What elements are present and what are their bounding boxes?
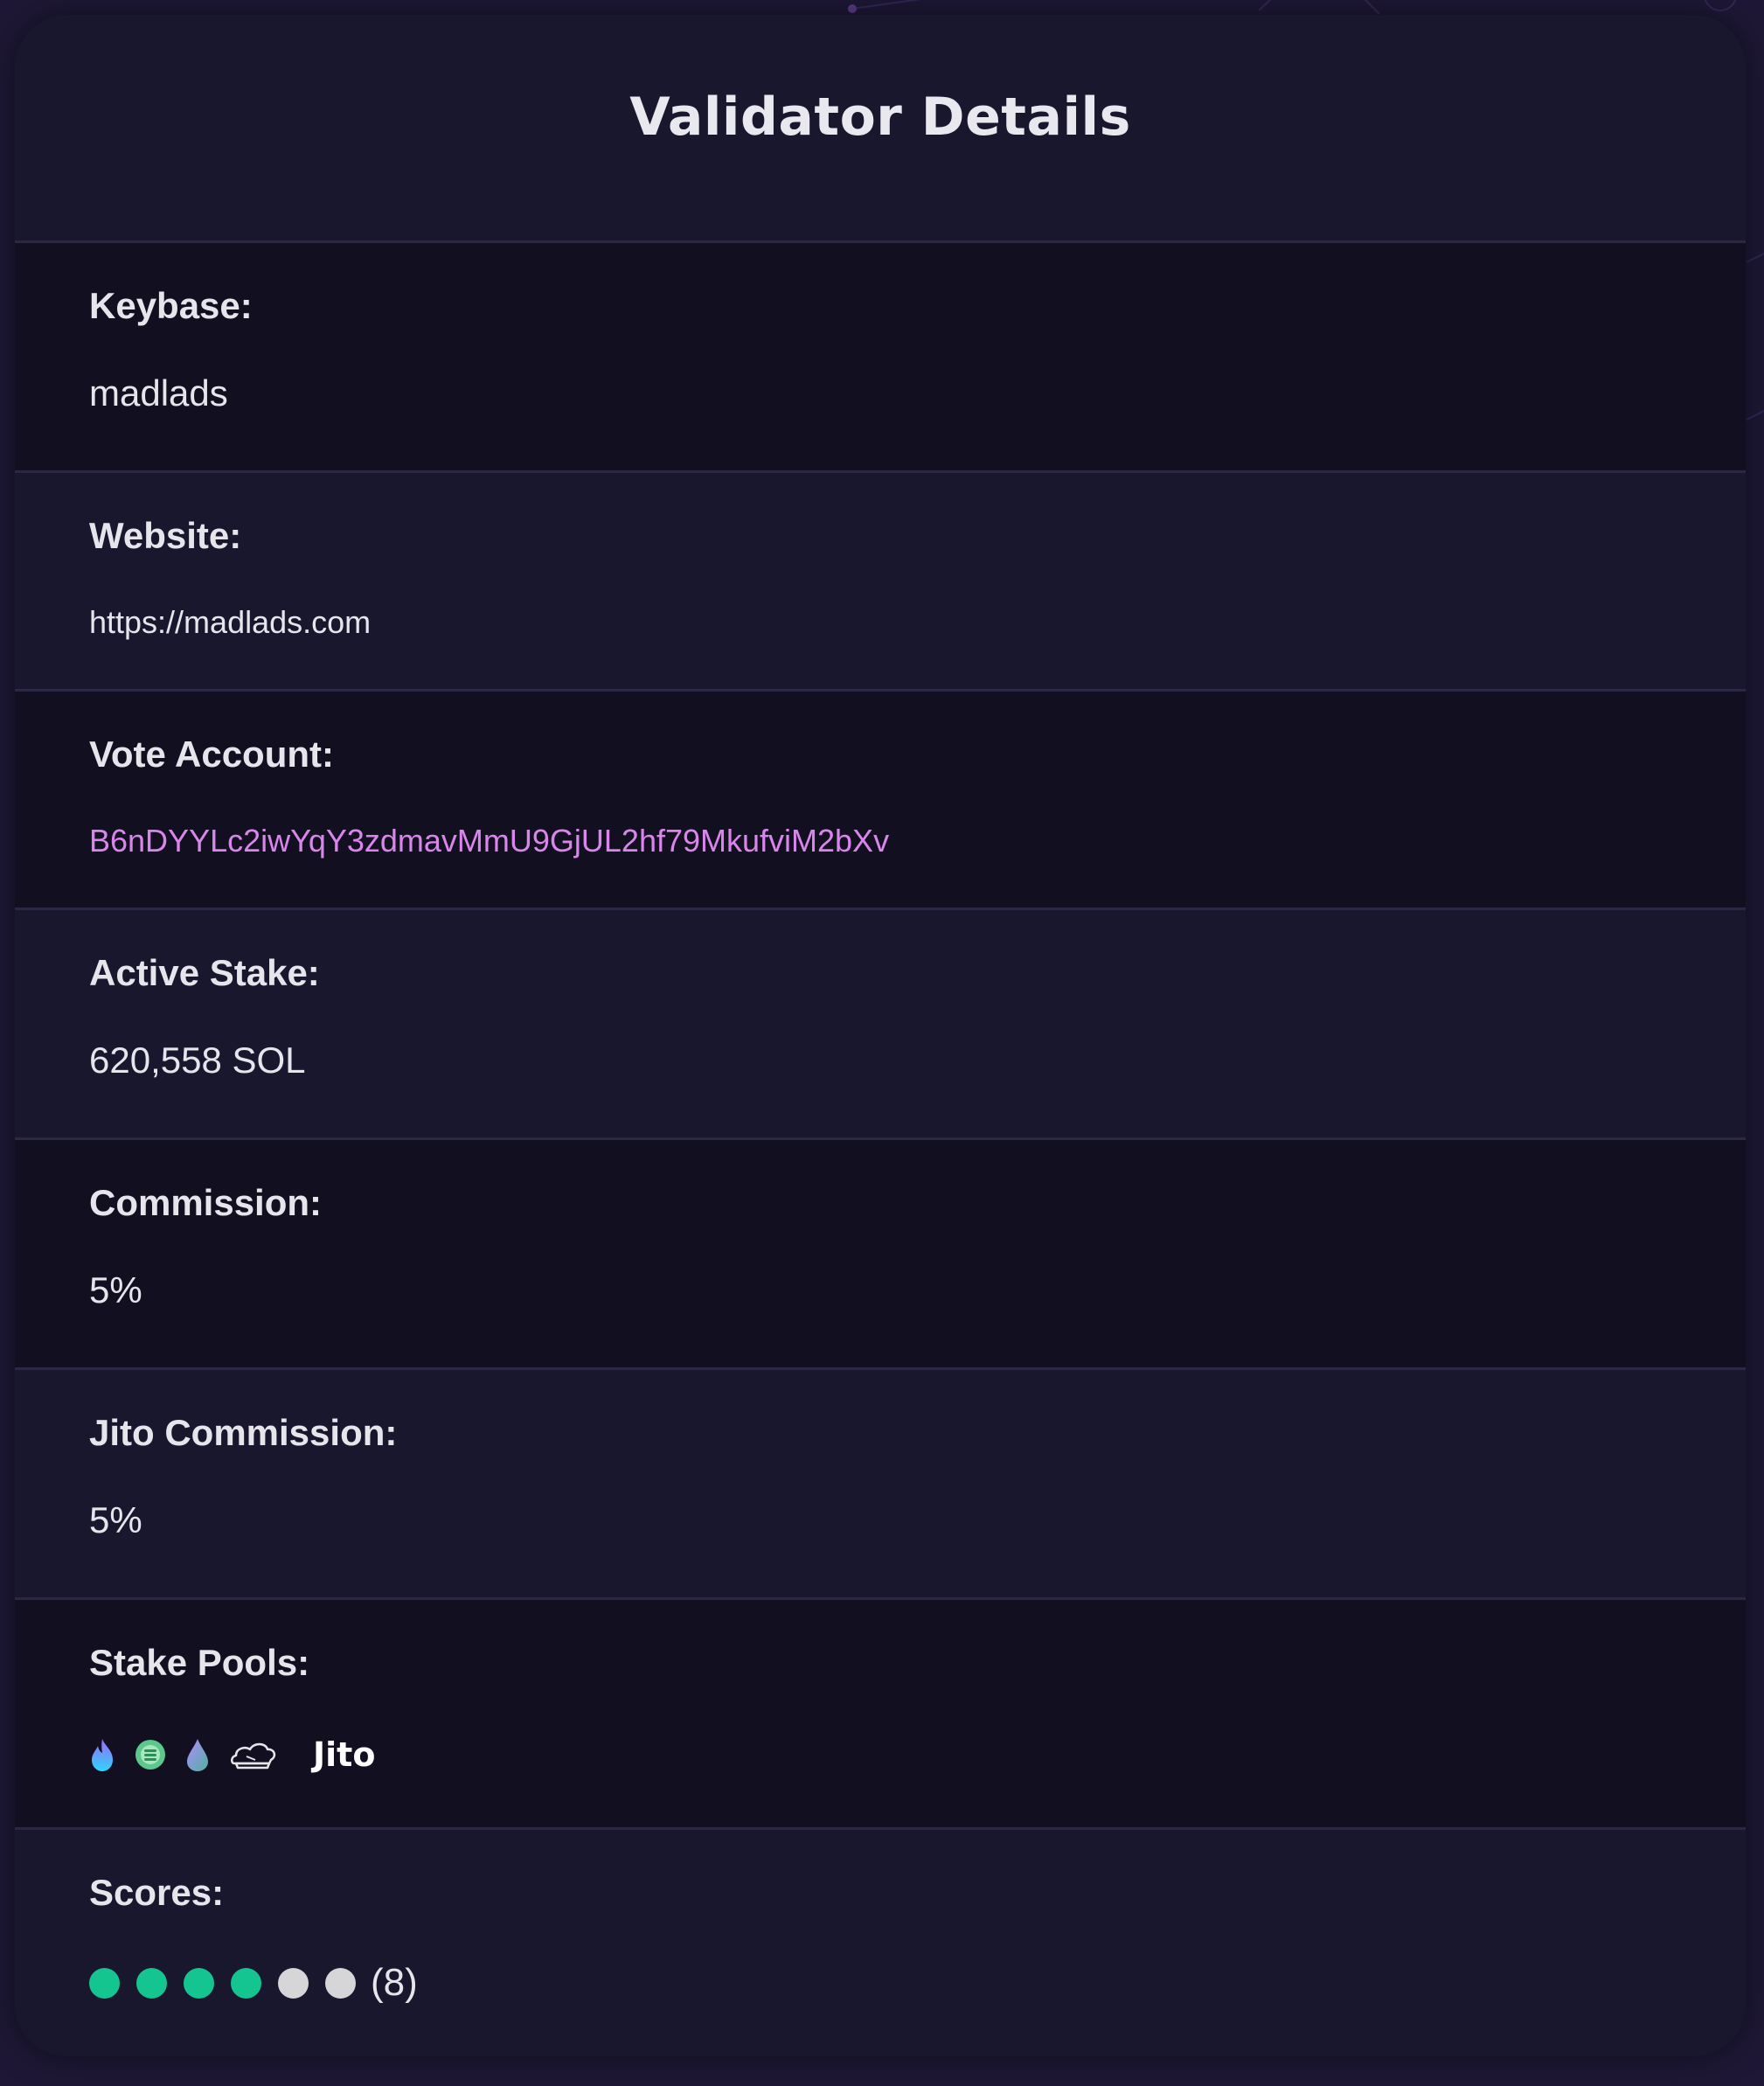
jito-pool-label[interactable]: Jito — [313, 1735, 375, 1774]
active-stake-value: 620,558 SOL — [89, 1040, 306, 1081]
commission-label: Commission: — [89, 1182, 323, 1223]
commission-row: Commission: 5% — [15, 1137, 1746, 1367]
keybase-value: madlads — [89, 372, 228, 414]
score-indicator: (8) — [89, 1961, 418, 2005]
jito-commission-value: 5% — [89, 1499, 142, 1540]
score-count: (8) — [371, 1961, 418, 2004]
flame-pool-icon[interactable] — [89, 1737, 115, 1772]
score-dot-filled — [89, 1967, 120, 1999]
score-dot-empty — [325, 1967, 356, 1999]
jito-commission-label: Jito Commission: — [89, 1412, 398, 1453]
stake-pools-row: Stake Pools: Jito — [15, 1597, 1746, 1827]
droplet-pool-icon[interactable] — [185, 1737, 210, 1772]
vote-account-link[interactable]: B6nDYYLc2iwYqY3zdmavMmU9GjUL2hf79MkufviM… — [89, 823, 889, 859]
website-link[interactable]: https://madlads.com — [89, 604, 371, 641]
validator-details-card: Validator Details Keybase: madlads Websi… — [15, 15, 1746, 2056]
scores-label: Scores: — [89, 1872, 225, 1913]
active-stake-row: Active Stake: 620,558 SOL — [15, 907, 1746, 1137]
stake-pools-list: Jito — [89, 1735, 375, 1774]
score-dot-filled — [136, 1967, 167, 1999]
green-coin-pool-icon[interactable] — [135, 1739, 166, 1770]
commission-value: 5% — [89, 1269, 142, 1311]
website-label: Website: — [89, 515, 242, 556]
keybase-label: Keybase: — [89, 285, 253, 326]
vote-account-row: Vote Account: B6nDYYLc2iwYqY3zdmavMmU9Gj… — [15, 689, 1746, 907]
scores-row: Scores: (8) — [15, 1827, 1746, 2056]
score-dot-empty — [278, 1967, 309, 1999]
vote-account-label: Vote Account: — [89, 734, 334, 775]
website-row: Website: https://madlads.com — [15, 470, 1746, 689]
active-stake-label: Active Stake: — [89, 952, 320, 993]
chef-hat-pool-icon[interactable] — [229, 1737, 278, 1772]
score-dot-filled — [184, 1967, 214, 1999]
card-header: Validator Details — [15, 15, 1746, 240]
keybase-row: Keybase: madlads — [15, 240, 1746, 470]
jito-commission-row: Jito Commission: 5% — [15, 1367, 1746, 1597]
page-title: Validator Details — [629, 87, 1131, 148]
score-dot-filled — [231, 1967, 261, 1999]
stake-pools-label: Stake Pools: — [89, 1642, 310, 1683]
